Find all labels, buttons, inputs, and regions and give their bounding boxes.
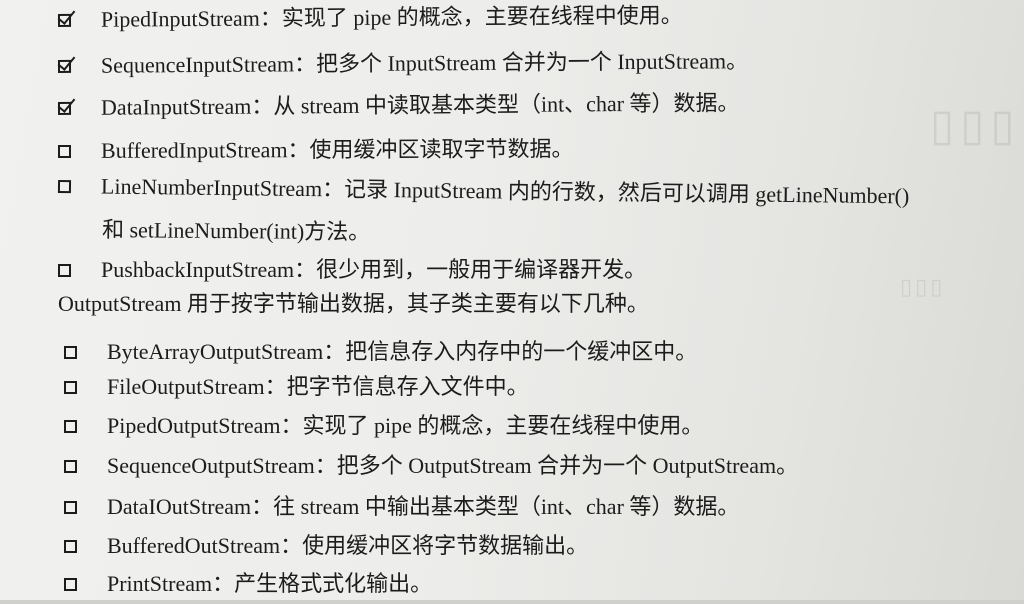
bleed-through-text: ▯▯▯▯ xyxy=(930,100,1024,151)
checked-checkbox-icon xyxy=(57,59,72,73)
list-item: BufferedOutStream：使用缓冲区将字节数据输出。 xyxy=(64,532,588,560)
document-page: ▯▯▯▯ ▯▯▯ PipedInputStream：实现了 pipe 的概念，主… xyxy=(0,0,1024,604)
list-item: ByteArrayOutputStream：把信息存入内存中的一个缓冲区中。 xyxy=(64,338,697,366)
paragraph-text: OutputStream 用于按字节输出数据，其子类主要有以下几种。 xyxy=(58,290,649,318)
list-item: PrintStream：产生格式式化输出。 xyxy=(64,570,432,598)
list-item: FileOutputStream：把字节信息存入文件中。 xyxy=(64,373,529,401)
list-item: BufferedInputStream：使用缓冲区读取字节数据。 xyxy=(57,135,574,165)
list-item-text: BufferedInputStream：使用缓冲区读取字节数据。 xyxy=(100,136,574,163)
checkbox-icon xyxy=(64,539,77,553)
checkbox-icon xyxy=(64,577,77,591)
list-item-text: OutputStream 用于按字节输出数据，其子类主要有以下几种。 xyxy=(58,291,649,316)
list-item-text: PipedInputStream：实现了 pipe 的概念，主要在线程中使用。 xyxy=(100,2,683,32)
checked-checkbox-icon xyxy=(57,101,72,115)
list-item-text: BufferedOutStream：使用缓冲区将字节数据输出。 xyxy=(107,533,589,558)
checkbox-icon xyxy=(64,500,77,514)
checkbox-icon xyxy=(64,419,77,433)
list-item-text: SequenceInputStream：把多个 InputStream 合并为一… xyxy=(100,48,749,78)
checkbox-icon xyxy=(64,380,77,394)
checkbox-icon xyxy=(64,459,77,473)
list-item: SequenceInputStream：把多个 InputStream 合并为一… xyxy=(57,47,749,80)
list-item-text: SequenceOutputStream：把多个 OutputStream 合并… xyxy=(107,453,799,478)
list-item-continuation: 和 setLineNumber(int)方法。 xyxy=(102,216,370,246)
checkbox-icon xyxy=(57,179,72,193)
list-item-text: PrintStream：产生格式式化输出。 xyxy=(107,571,433,596)
list-item-text: PushbackInputStream：很少用到，一般用于编译器开发。 xyxy=(101,257,647,282)
checkbox-icon xyxy=(58,263,71,277)
page-edge xyxy=(0,600,1024,604)
checked-checkbox-icon xyxy=(57,13,72,27)
list-item-text: DataIOutStream：往 stream 中输出基本类型（int、char… xyxy=(107,494,740,519)
list-item-text: 和 setLineNumber(int)方法。 xyxy=(101,217,371,245)
bleed-through-text: ▯▯▯ xyxy=(900,275,946,300)
list-item-text: DataInputStream：从 stream 中读取基本类型（int、cha… xyxy=(100,90,740,120)
list-item: SequenceOutputStream：把多个 OutputStream 合并… xyxy=(64,452,798,480)
list-item: PipedOutputStream：实现了 pipe 的概念，主要在线程中使用。 xyxy=(64,412,703,440)
list-item: DataIOutStream：往 stream 中输出基本类型（int、char… xyxy=(64,493,739,521)
list-item-text: FileOutputStream：把字节信息存入文件中。 xyxy=(107,374,529,399)
list-item-text: PipedOutputStream：实现了 pipe 的概念，主要在线程中使用。 xyxy=(107,413,704,438)
list-item: LineNumberInputStream：记录 InputStream 内的行… xyxy=(57,172,910,210)
list-item: PushbackInputStream：很少用到，一般用于编译器开发。 xyxy=(58,256,646,284)
list-item: PipedInputStream：实现了 pipe 的概念，主要在线程中使用。 xyxy=(57,2,683,34)
list-item-text: ByteArrayOutputStream：把信息存入内存中的一个缓冲区中。 xyxy=(107,339,698,364)
list-item-text: LineNumberInputStream：记录 InputStream 内的行… xyxy=(100,173,910,209)
list-item: DataInputStream：从 stream 中读取基本类型（int、cha… xyxy=(57,89,740,122)
checkbox-icon xyxy=(64,345,77,359)
checkbox-icon xyxy=(57,144,72,158)
